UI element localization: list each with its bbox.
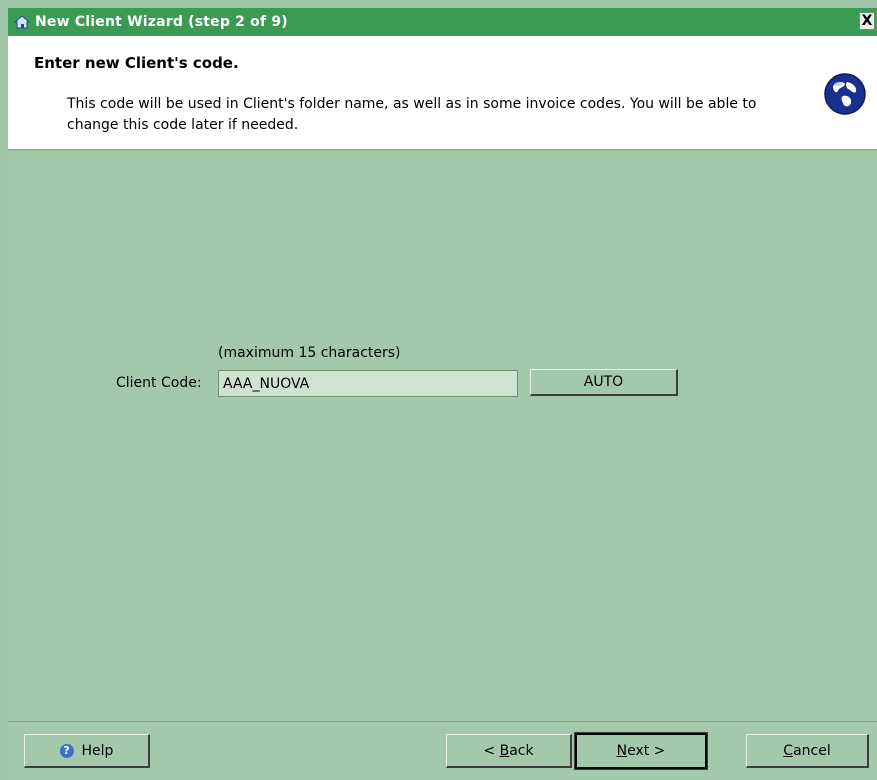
next-mnemonic: N [616,743,628,759]
auto-button[interactable]: AUTO [530,369,678,396]
page-title: Enter new Client's code. [34,54,239,72]
back-label: ack [509,742,534,759]
help-button[interactable]: ? Help [24,734,150,768]
back-button[interactable]: < Back [446,734,572,768]
window-title: New Client Wizard (step 2 of 9) [35,14,288,30]
back-mnemonic: B [499,742,510,759]
cancel-mnemonic: C [783,742,794,759]
home-icon [13,13,31,31]
wizard-footer: ? Help < Back Next > Cancel [8,721,877,780]
help-label: Help [81,742,114,759]
wizard-content [8,151,877,721]
cancel-label: ancel [793,742,831,759]
next-label: ext > [627,743,666,759]
question-icon: ? [59,743,74,758]
cancel-button[interactable]: Cancel [746,734,869,768]
wizard-header: Enter new Client's code. This code will … [8,36,877,151]
max-length-hint: (maximum 15 characters) [218,345,401,361]
title-bar: New Client Wizard (step 2 of 9) X [8,8,877,36]
close-button[interactable]: X [859,12,875,30]
next-button[interactable]: Next > [574,732,708,770]
back-prefix: < [483,742,500,759]
globe-icon [824,73,866,115]
client-code-label: Client Code: [116,375,202,391]
page-description: This code will be used in Client's folde… [67,96,757,133]
client-code-input[interactable] [218,370,518,397]
